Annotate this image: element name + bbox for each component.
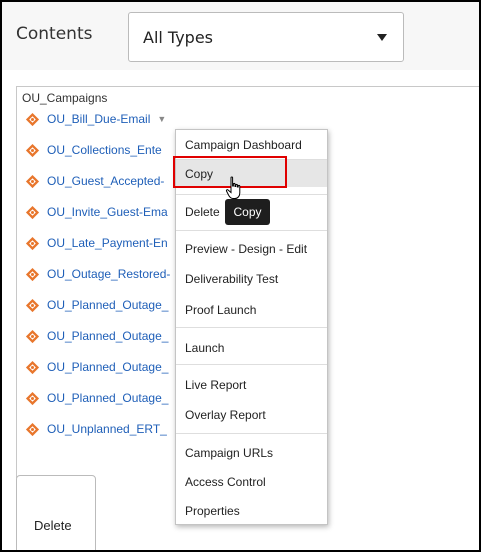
tree-item-label: OU_Collections_Ente — [47, 143, 162, 157]
menu-item-campaign-urls[interactable]: Campaign URLs — [185, 446, 273, 460]
tree-item[interactable]: OU_Invite_Guest-Ema — [25, 201, 168, 223]
tree-item[interactable]: OU_Planned_Outage_ — [25, 387, 168, 409]
menu-item-access-control[interactable]: Access Control — [185, 475, 266, 489]
tree-item-label: OU_Planned_Outage_ — [47, 360, 169, 374]
tree-item-label: OU_Planned_Outage_ — [47, 391, 169, 405]
chevron-down-icon — [377, 34, 387, 41]
tree-item-label: OU_Guest_Accepted- — [47, 174, 165, 188]
menu-item-deliverability-test[interactable]: Deliverability Test — [185, 272, 278, 286]
menu-item-delete[interactable]: Delete — [185, 205, 220, 219]
menu-item-launch[interactable]: Launch — [185, 341, 224, 355]
tree-item[interactable]: OU_Collections_Ente — [25, 139, 162, 161]
tree-item-label: OU_Late_Payment-En — [47, 236, 168, 250]
menu-divider — [176, 230, 327, 231]
campaign-icon — [25, 329, 40, 343]
menu-divider — [176, 433, 327, 434]
campaign-icon — [25, 298, 40, 312]
menu-divider — [176, 194, 327, 195]
tree-item-label: OU_Bill_Due-Email — [47, 112, 151, 126]
campaign-icon — [25, 112, 40, 126]
tree-item-label: OU_Planned_Outage_ — [47, 329, 169, 343]
app-frame: Contents All Types OU_Campaigns OU_Bill_… — [0, 0, 481, 552]
menu-item-campaign-dashboard[interactable]: Campaign Dashboard — [185, 138, 302, 152]
tree-item[interactable]: OU_Planned_Outage_ — [25, 325, 168, 347]
contents-label: Contents — [16, 24, 93, 44]
campaign-icon — [25, 236, 40, 250]
menu-divider — [176, 327, 327, 328]
campaign-icon — [25, 205, 40, 219]
context-menu: Campaign Dashboard Copy Delete Preview -… — [175, 129, 328, 525]
type-select[interactable]: All Types — [128, 12, 404, 62]
tree-item[interactable]: OU_Planned_Outage_ — [25, 294, 168, 316]
hand-pointer-icon — [225, 176, 241, 199]
campaign-icon — [25, 267, 40, 281]
tree-item-label: OU_Invite_Guest-Ema — [47, 205, 168, 219]
copy-tooltip: Copy — [225, 199, 270, 225]
menu-item-preview-design-edit[interactable]: Preview - Design - Edit — [185, 242, 307, 256]
campaign-icon — [25, 360, 40, 374]
tree-item[interactable]: OU_Bill_Due-Email ▼ — [25, 108, 166, 130]
tree-item-label: OU_Outage_Restored- — [47, 267, 171, 281]
menu-item-proof-launch[interactable]: Proof Launch — [185, 303, 256, 317]
menu-item-live-report[interactable]: Live Report — [185, 378, 246, 392]
menu-divider — [176, 364, 327, 365]
tree-item-label: OU_Unplanned_ERT_ — [47, 422, 167, 436]
campaign-icon — [25, 422, 40, 436]
chevron-down-icon[interactable]: ▼ — [157, 114, 166, 124]
tree-item[interactable]: OU_Guest_Accepted- — [25, 170, 164, 192]
tree-root-folder[interactable]: OU_Campaigns — [22, 91, 107, 105]
delete-button-label: Delete — [34, 518, 72, 533]
type-select-value: All Types — [143, 28, 214, 47]
tree-item[interactable]: OU_Late_Payment-En — [25, 232, 168, 254]
tree-item[interactable]: OU_Planned_Outage_ — [25, 356, 168, 378]
delete-button[interactable]: Delete — [16, 475, 96, 550]
menu-item-properties[interactable]: Properties — [185, 504, 240, 518]
menu-item-overlay-report[interactable]: Overlay Report — [185, 408, 266, 422]
campaign-icon — [25, 391, 40, 405]
tree-item-label: OU_Planned_Outage_ — [47, 298, 169, 312]
tree-item[interactable]: OU_Outage_Restored- — [25, 263, 170, 285]
campaign-icon — [25, 143, 40, 157]
campaign-icon — [25, 174, 40, 188]
tree-item[interactable]: OU_Unplanned_ERT_ — [25, 418, 167, 440]
header-bar: Contents All Types — [2, 2, 479, 70]
